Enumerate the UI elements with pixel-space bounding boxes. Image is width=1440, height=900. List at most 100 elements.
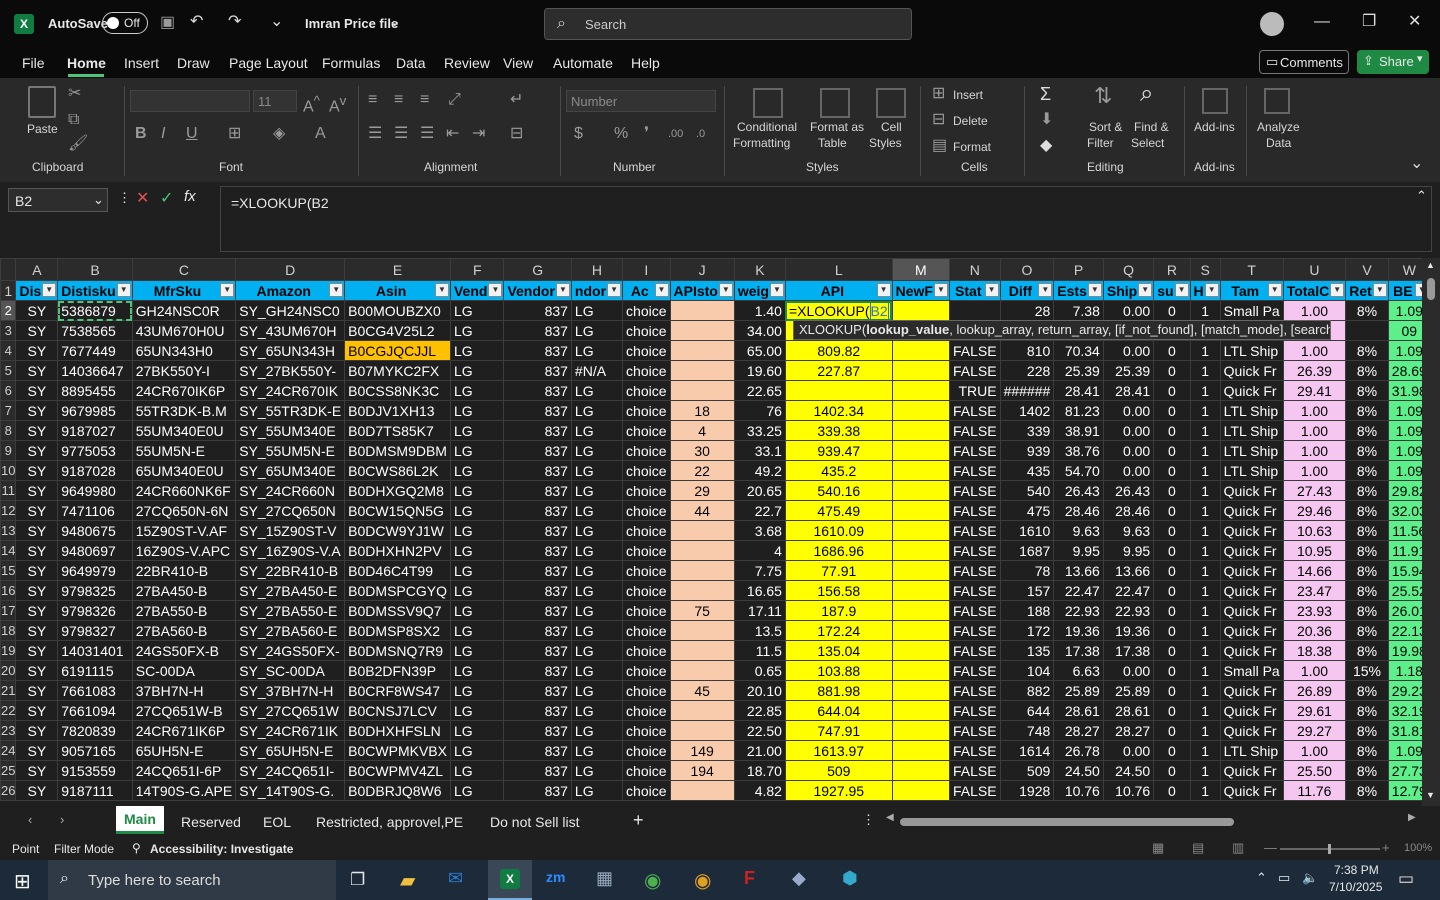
cell[interactable]: Quick Fr xyxy=(1219,680,1284,701)
column-header[interactable]: P xyxy=(1053,258,1104,281)
table-column-header[interactable]: H ▼ xyxy=(1189,280,1221,301)
cell[interactable]: 10.76 xyxy=(1053,780,1104,801)
cell[interactable]: 19.36 xyxy=(1053,620,1104,641)
cell[interactable]: 22.47 xyxy=(1102,580,1155,601)
comma-style-icon[interactable]: ❜ xyxy=(644,126,649,142)
cell[interactable]: FALSE xyxy=(948,440,1001,461)
cell[interactable]: 29.61 xyxy=(1282,700,1347,721)
cell[interactable]: choice xyxy=(622,440,671,461)
cell[interactable]: B0DBRJQ8W6 xyxy=(344,780,451,801)
tab-insert[interactable]: Insert xyxy=(124,55,159,71)
cell[interactable]: choice xyxy=(622,320,671,341)
cell[interactable]: 837 xyxy=(503,380,572,401)
cell[interactable]: B0D46C4T99 xyxy=(344,560,451,581)
cell[interactable]: FALSE xyxy=(948,500,1001,521)
cell[interactable]: LG xyxy=(449,320,505,341)
collapse-ribbon-icon[interactable]: ⌄ xyxy=(1410,156,1423,172)
cell[interactable]: 29.46 xyxy=(1282,500,1347,521)
cell[interactable]: 28.46 xyxy=(1102,500,1155,521)
cell[interactable] xyxy=(669,620,735,641)
autosave-toggle[interactable]: Off xyxy=(102,12,148,34)
row-header[interactable]: 18 xyxy=(0,620,17,641)
cell[interactable]: 0.00 xyxy=(1102,420,1155,441)
format-painter-icon[interactable]: 🖌 xyxy=(68,136,88,152)
cell[interactable]: 1686.96 xyxy=(784,540,893,561)
cell[interactable]: LG xyxy=(570,380,624,401)
cell[interactable]: Quick Fr xyxy=(1219,720,1284,741)
table-column-header[interactable]: TotalC ▼ xyxy=(1282,280,1347,301)
cell[interactable]: FALSE xyxy=(948,700,1001,721)
cell[interactable]: SY xyxy=(15,720,59,741)
cell[interactable]: 1 xyxy=(1189,540,1221,561)
cell[interactable]: choice xyxy=(622,780,671,801)
cell[interactable]: 0 xyxy=(1153,660,1191,681)
cell[interactable]: 0 xyxy=(1153,420,1191,441)
cell[interactable]: LG xyxy=(570,640,624,661)
row-header[interactable]: 8 xyxy=(0,420,17,441)
cell[interactable]: LTL Ship xyxy=(1219,420,1284,441)
cell[interactable]: SY xyxy=(15,680,59,701)
cell[interactable]: 837 xyxy=(503,400,572,421)
cell[interactable]: 22.85 xyxy=(733,700,786,721)
cell[interactable]: 809.82 xyxy=(784,340,893,361)
cell[interactable] xyxy=(784,380,893,401)
cell[interactable]: 24CR660NK6F xyxy=(131,480,237,501)
cell[interactable]: 1 xyxy=(1189,380,1221,401)
cell[interactable]: B00MOUBZX0 xyxy=(344,300,451,321)
row-header[interactable]: 23 xyxy=(0,720,17,741)
cell[interactable]: 70.34 xyxy=(1053,340,1104,361)
cell[interactable]: 7677449 xyxy=(57,340,133,361)
cell[interactable]: SY_24CQ651I- xyxy=(235,760,346,781)
row-header[interactable]: 19 xyxy=(0,640,17,661)
avatar[interactable] xyxy=(1260,12,1284,36)
cell[interactable]: 9.63 xyxy=(1102,520,1155,541)
cell[interactable]: 14036647 xyxy=(57,360,133,381)
cell[interactable]: 6.63 xyxy=(1053,660,1104,681)
page-layout-view-icon[interactable]: ▤ xyxy=(1192,840,1204,856)
cell[interactable]: 135.04 xyxy=(784,640,893,661)
table-column-header[interactable]: NewF ▼ xyxy=(891,280,950,301)
cell[interactable]: 9187111 xyxy=(57,780,133,801)
cell[interactable]: SY xyxy=(15,320,59,341)
tray-chevron-icon[interactable]: ⌃ xyxy=(1256,870,1267,886)
cell[interactable]: B0DMSP8SX2 xyxy=(344,620,451,641)
cell[interactable]: 27BA550-B xyxy=(131,600,237,621)
cell[interactable]: 339.38 xyxy=(784,420,893,441)
sort-filter-label-2[interactable]: Filter xyxy=(1087,136,1114,150)
cell[interactable]: LG xyxy=(570,440,624,461)
table-column-header[interactable]: Diff ▼ xyxy=(999,280,1055,301)
column-header[interactable]: D xyxy=(235,258,346,281)
tab-data[interactable]: Data xyxy=(396,55,426,71)
borders-icon[interactable]: ⊞ xyxy=(228,126,241,142)
cell[interactable]: SY xyxy=(15,300,59,321)
cell[interactable]: SY_24CR660N xyxy=(235,480,346,501)
cell[interactable]: 17.38 xyxy=(1102,640,1155,661)
cell[interactable]: 27CQ650N-6N xyxy=(131,500,237,521)
cell[interactable] xyxy=(891,380,950,401)
cell[interactable]: 1610.09 xyxy=(784,520,893,541)
cell[interactable]: 9187028 xyxy=(57,460,133,481)
cell[interactable]: 837 xyxy=(503,600,572,621)
cell[interactable]: 13.66 xyxy=(1102,560,1155,581)
cell[interactable]: LG xyxy=(570,560,624,581)
cell[interactable]: B0DMSM9DBM xyxy=(344,440,451,461)
tab-page-layout[interactable]: Page Layout xyxy=(229,55,308,71)
cell[interactable]: SY_55UM5N-E xyxy=(235,440,346,461)
cell[interactable]: choice xyxy=(622,360,671,381)
cell[interactable]: 17.38 xyxy=(1053,640,1104,661)
format-as-table-label-2[interactable]: Table xyxy=(818,136,847,150)
cell[interactable]: Quick Fr xyxy=(1219,780,1284,801)
next-sheet-icon[interactable]: › xyxy=(60,812,64,827)
cell[interactable]: B0B2DFN39P xyxy=(344,660,451,681)
cell[interactable] xyxy=(669,660,735,681)
row-header[interactable]: 15 xyxy=(0,560,17,581)
cell[interactable] xyxy=(669,380,735,401)
table-column-header[interactable]: MfrSku ▼ xyxy=(131,280,237,301)
tab-formulas[interactable]: Formulas xyxy=(322,55,380,71)
cell[interactable]: Small Pa xyxy=(1219,300,1284,321)
cell[interactable]: TRUE xyxy=(948,380,1001,401)
cell[interactable]: 837 xyxy=(503,420,572,441)
cell[interactable]: LG xyxy=(570,520,624,541)
tab-draw[interactable]: Draw xyxy=(177,55,210,71)
cell[interactable]: SY xyxy=(15,460,59,481)
